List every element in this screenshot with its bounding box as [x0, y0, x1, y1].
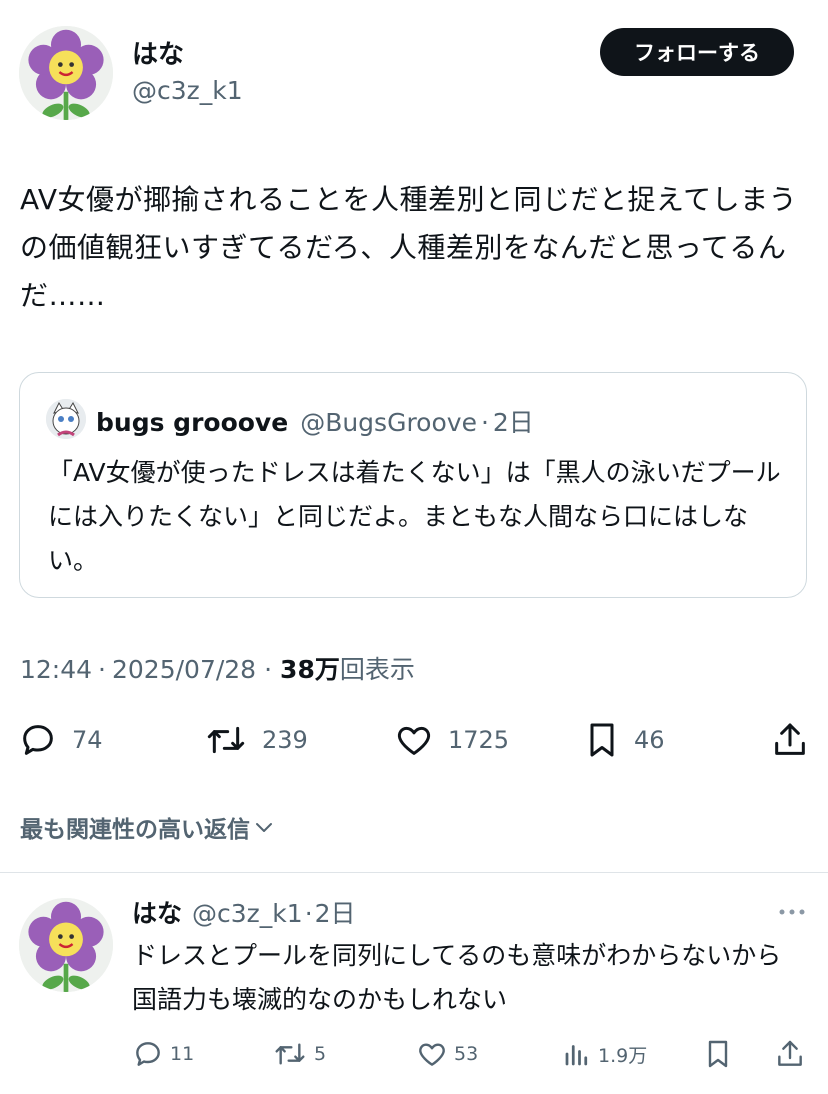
- reply-avatar[interactable]: [19, 898, 113, 992]
- reply-sort-dropdown[interactable]: 最も関連性の高い返信: [20, 810, 276, 844]
- heart-icon: [397, 726, 431, 755]
- reply-views-button[interactable]: 1.9万: [562, 1038, 647, 1070]
- reply-display-name[interactable]: はな: [132, 894, 182, 930]
- reply-like-count: 53: [454, 1043, 479, 1065]
- author-display-name[interactable]: はな: [132, 34, 184, 71]
- share-icon: [778, 1040, 802, 1066]
- reply-reply-count: 11: [170, 1043, 195, 1065]
- reply-retweet-count: 5: [314, 1043, 327, 1065]
- reply-reply-button[interactable]: 11: [132, 1038, 194, 1070]
- chevron-down-icon: [256, 823, 272, 832]
- tweet-meta: 12:44 · 2025/07/28 · 38万 回表示: [20, 650, 415, 686]
- separator-dot: ·: [480, 408, 489, 437]
- quoted-tweet[interactable]: bugs grooove @BugsGroove · 2日 「AV女優が使ったド…: [19, 372, 807, 598]
- reply-text: ドレスとプールを同列にしてるのも意味がわからないから国語力も壊滅的なのかもしれな…: [132, 941, 782, 1014]
- bookmark-count: 46: [634, 726, 665, 754]
- retweet-icon: [207, 726, 245, 754]
- reply-button[interactable]: 74: [18, 720, 103, 760]
- reply-share-button[interactable]: [774, 1038, 806, 1070]
- quote-text: 「AV女優が使ったドレスは着たくない」は「黒人の泳いだプールには入りたくない」と…: [48, 458, 781, 575]
- follow-button[interactable]: フォローする: [600, 28, 794, 76]
- reply-retweet-button[interactable]: 5: [272, 1038, 326, 1070]
- bookmark-icon: [590, 723, 614, 757]
- more-options-button[interactable]: [776, 900, 808, 924]
- like-button[interactable]: 1725: [394, 720, 509, 760]
- analytics-icon: [565, 1045, 588, 1066]
- quote-handle[interactable]: @BugsGroove: [300, 408, 477, 437]
- tweet-text: AV女優が揶揄されることを人種差別と同じだと捉えてしまうの価値観狂いすぎてるだろ…: [20, 183, 798, 312]
- reply-icon: [136, 1042, 160, 1066]
- author-avatar[interactable]: [19, 26, 113, 120]
- separator-dot: ·: [98, 655, 106, 684]
- bookmark-icon: [708, 1040, 728, 1068]
- quote-time[interactable]: 2日: [493, 403, 534, 439]
- cat-avatar-icon: [46, 399, 86, 439]
- share-icon: [775, 723, 805, 755]
- reply-bookmark-button[interactable]: [704, 1038, 732, 1070]
- quote-avatar[interactable]: [46, 399, 86, 439]
- reply-icon: [23, 725, 53, 755]
- reply-count: 74: [72, 726, 103, 754]
- separator-dot: ·: [264, 655, 273, 684]
- view-count: 38万: [280, 655, 340, 684]
- more-icon: [779, 909, 805, 915]
- reply-time[interactable]: 2日: [315, 894, 356, 930]
- flower-avatar-icon: [19, 26, 113, 120]
- tweet-date[interactable]: 2025/07/28: [112, 655, 256, 684]
- author-handle[interactable]: @c3z_k1: [132, 76, 243, 105]
- heart-icon: [419, 1043, 445, 1066]
- separator-dot: ·: [304, 899, 313, 928]
- quote-display-name[interactable]: bugs grooove: [96, 408, 288, 437]
- tweet-time[interactable]: 12:44: [20, 655, 92, 684]
- reply-handle[interactable]: @c3z_k1: [192, 899, 303, 928]
- bookmark-button[interactable]: 46: [584, 720, 665, 760]
- retweet-button[interactable]: 239: [204, 720, 308, 760]
- sort-label: 最も関連性の高い返信: [20, 817, 250, 843]
- reply-view-count: 1.9万: [598, 1044, 648, 1067]
- like-count: 1725: [448, 726, 510, 754]
- flower-avatar-icon: [19, 898, 113, 992]
- share-button[interactable]: [770, 720, 810, 760]
- view-label: 回表示: [339, 655, 415, 684]
- reply-like-button[interactable]: 53: [416, 1038, 478, 1070]
- divider: [0, 872, 828, 873]
- retweet-icon: [275, 1043, 305, 1065]
- retweet-count: 239: [262, 726, 308, 754]
